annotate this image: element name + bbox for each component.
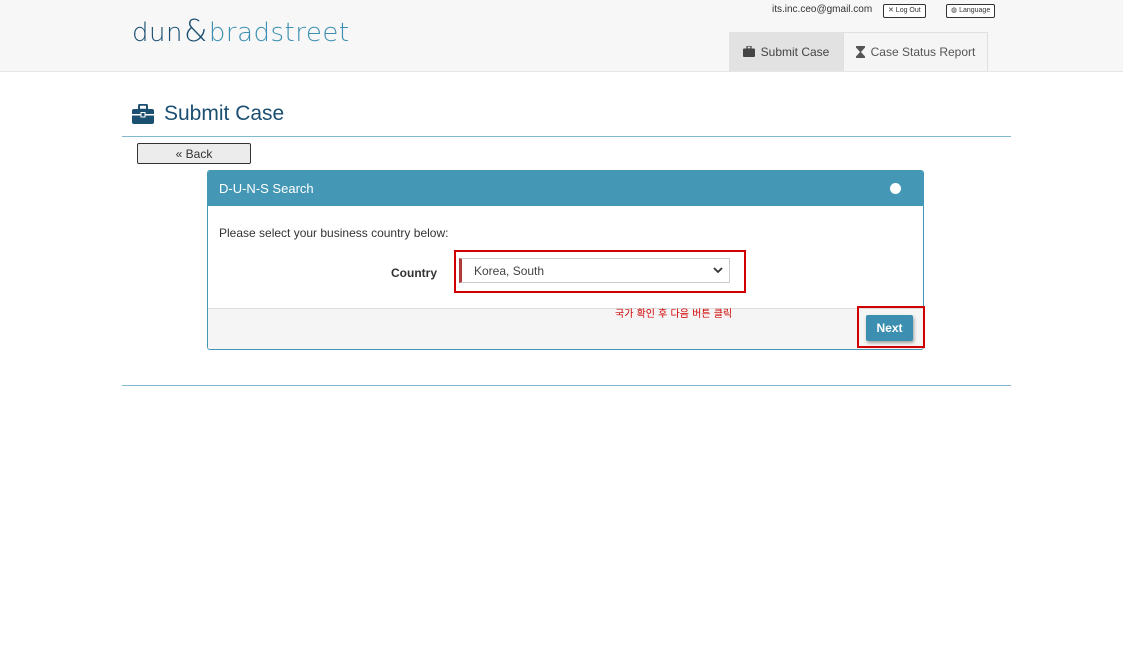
- tab-submit-case[interactable]: Submit Case: [729, 32, 843, 71]
- tab-case-status-report-label: Case Status Report: [870, 45, 976, 59]
- page-title-text: Submit Case: [164, 102, 285, 125]
- divider-bottom: [122, 385, 1011, 386]
- briefcase-icon: [742, 46, 755, 57]
- user-email: its.inc.ceo@gmail.com: [772, 4, 873, 15]
- briefcase-icon: [132, 104, 154, 124]
- panel-title: D-U-N-S Search: [219, 181, 314, 196]
- annotation-box-country: [454, 250, 746, 293]
- logo-dun-text: dun: [132, 18, 183, 48]
- language-button[interactable]: ◍ Language: [946, 4, 996, 18]
- logo-bradstreet-text: bradstreet: [208, 18, 350, 48]
- dun-bradstreet-logo[interactable]: dun&bradstreet: [132, 14, 350, 49]
- panel-header: D-U-N-S Search: [208, 171, 923, 206]
- country-prompt: Please select your business country belo…: [219, 226, 449, 240]
- panel-footer: [208, 308, 923, 349]
- country-label: Country: [391, 266, 437, 280]
- logo-ampersand: &: [183, 14, 208, 49]
- annotation-box-next: [857, 306, 925, 348]
- tab-case-status-report[interactable]: Case Status Report: [843, 32, 988, 71]
- annotation-instruction: 국가 확인 후 다음 버튼 클릭: [615, 309, 733, 320]
- tab-submit-case-label: Submit Case: [760, 44, 830, 59]
- logout-button[interactable]: ✕ Log Out: [883, 4, 926, 18]
- top-header: dun&bradstreet its.inc.ceo@gmail.com ✕ L…: [0, 0, 1123, 72]
- page-title: Submit Case: [132, 102, 284, 126]
- language-label: Language: [959, 7, 991, 14]
- globe-icon: ◍: [951, 7, 958, 14]
- status-dot-icon: [890, 183, 901, 194]
- back-button[interactable]: « Back: [137, 143, 251, 164]
- divider-top: [122, 136, 1011, 137]
- hourglass-icon: [855, 46, 865, 58]
